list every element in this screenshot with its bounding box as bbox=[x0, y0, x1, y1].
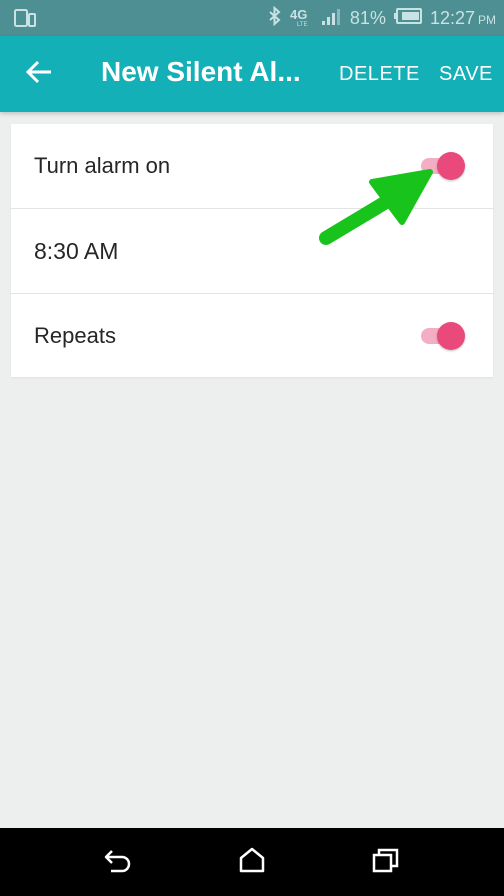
nav-recents-button[interactable] bbox=[371, 847, 401, 877]
annotation-arrow-icon bbox=[319, 169, 433, 245]
repeats-toggle[interactable] bbox=[421, 322, 465, 350]
svg-text:4G: 4G bbox=[290, 7, 307, 22]
delete-button[interactable]: DELETE bbox=[339, 63, 420, 86]
toggle-knob bbox=[437, 322, 465, 350]
battery-percent: 81% bbox=[349, 7, 386, 28]
repeats-label: Repeats bbox=[34, 323, 116, 348]
nav-back-button[interactable] bbox=[103, 847, 133, 877]
phone-outline-icon bbox=[14, 9, 36, 27]
clock-ampm: PM bbox=[478, 13, 496, 27]
4g-lte-icon: 4G LTE bbox=[290, 6, 314, 31]
toggle-knob bbox=[437, 152, 465, 180]
repeats-row[interactable]: Repeats bbox=[11, 294, 493, 378]
save-button[interactable]: SAVE bbox=[439, 63, 493, 86]
back-button[interactable] bbox=[22, 58, 56, 90]
alarm-on-label: Turn alarm on bbox=[34, 153, 171, 178]
alarm-time-value: 8:30 AM bbox=[34, 238, 119, 264]
clock: 12:27 bbox=[429, 7, 475, 28]
battery-icon bbox=[393, 7, 422, 29]
svg-text:LTE: LTE bbox=[297, 22, 308, 26]
page-title: New Silent Al... bbox=[101, 56, 301, 87]
status-bar: 4G LTE 81% 12:27 PM bbox=[0, 0, 504, 36]
signal-icon bbox=[321, 7, 342, 30]
bluetooth-icon bbox=[268, 5, 282, 31]
system-nav-bar bbox=[0, 828, 504, 896]
home-icon bbox=[237, 847, 267, 878]
back-icon bbox=[103, 847, 133, 878]
status-icons: 4G LTE 81% 12:27 PM bbox=[268, 0, 496, 36]
arrow-left-icon bbox=[25, 60, 53, 89]
screen: 4G LTE 81% 12:27 PM New Silent Al... DEL… bbox=[0, 0, 504, 896]
nav-home-button[interactable] bbox=[237, 847, 267, 877]
app-bar: New Silent Al... DELETE SAVE bbox=[0, 36, 504, 112]
recents-icon bbox=[371, 847, 401, 878]
